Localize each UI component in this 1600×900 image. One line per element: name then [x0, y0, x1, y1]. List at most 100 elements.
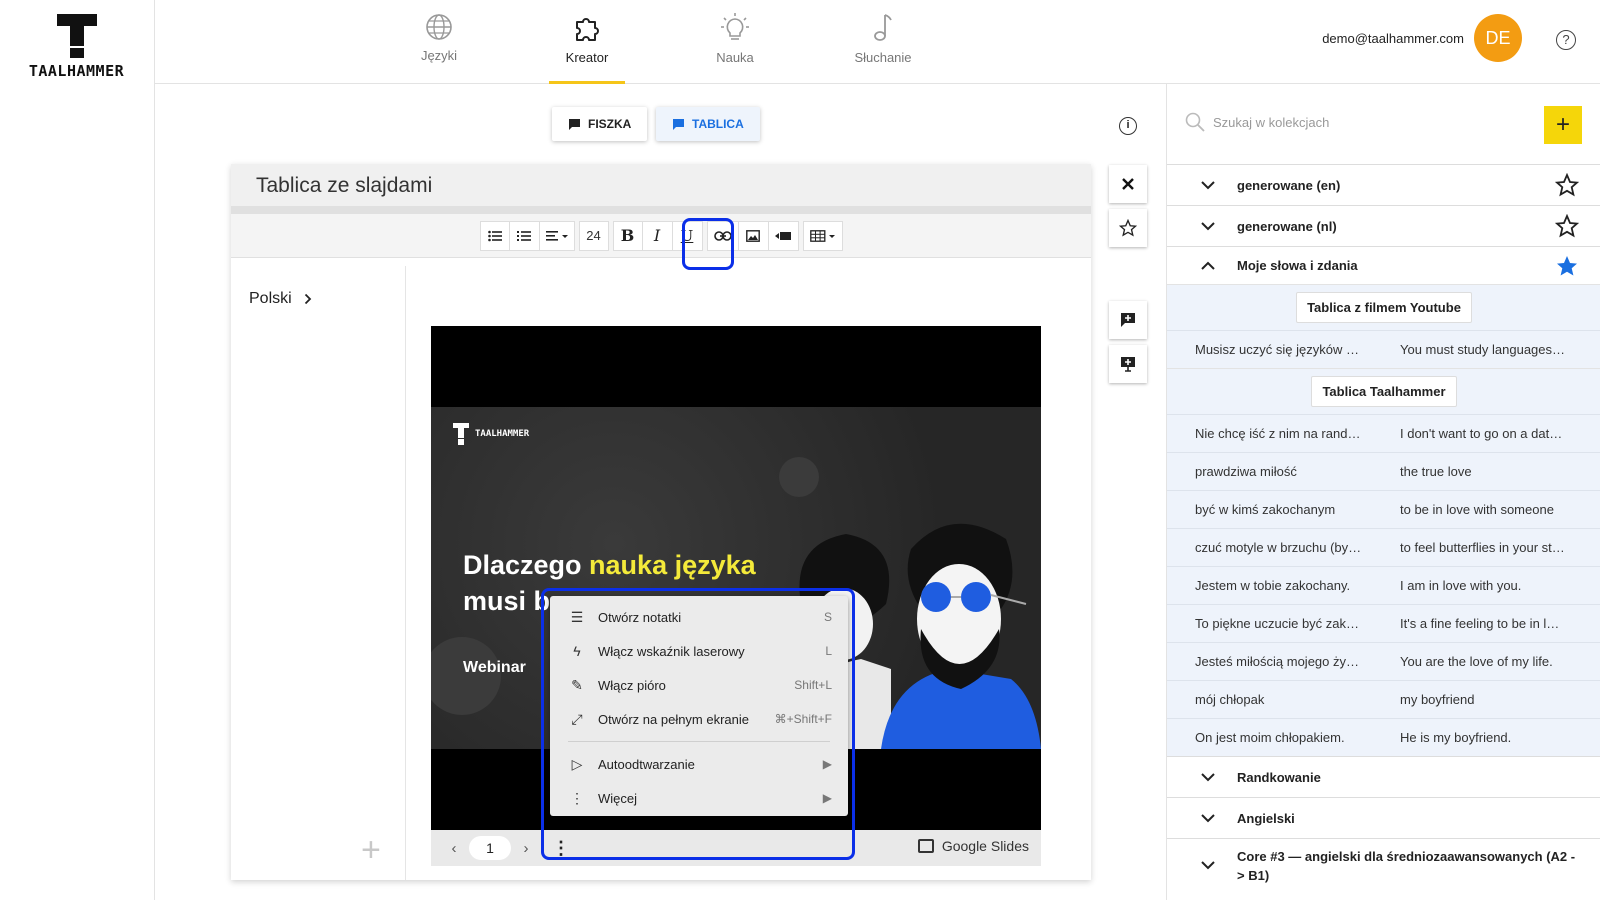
hammer-logo-icon: [453, 423, 469, 445]
chevron-down-icon: [1201, 773, 1215, 782]
star-outline-icon: [1119, 219, 1137, 237]
language-label: Polski: [249, 290, 292, 307]
star-outline-icon[interactable]: [1555, 173, 1579, 197]
add-language-icon[interactable]: +: [361, 831, 381, 870]
list-item[interactable]: On jest moim chłopakiem. He is my boyfrie…: [1167, 718, 1600, 756]
video-button[interactable]: [768, 220, 799, 251]
nav-label-sluchanie: Słuchanie: [854, 50, 912, 65]
list-item[interactable]: mój chłopak my boyfriend: [1167, 680, 1600, 718]
chevron-down-icon: [1201, 222, 1215, 231]
board-add-icon: [1121, 357, 1135, 372]
close-icon: [1122, 178, 1134, 190]
mode-tablica-button[interactable]: TABLICA: [656, 107, 760, 141]
prev-slide-button[interactable]: ‹: [439, 840, 469, 857]
list-item[interactable]: Jesteś miłością mojego ży… You are the lo…: [1167, 642, 1600, 680]
add-comment-button[interactable]: [1109, 301, 1147, 339]
image-icon: [746, 229, 760, 242]
lightbulb-icon: [721, 13, 749, 40]
slides-embed[interactable]: TAALHAMMER Dlaczego nauka języka musi b …: [431, 326, 1041, 866]
list-item[interactable]: czuć motyle w brzuchu (by… to feel butter…: [1167, 528, 1600, 566]
board-title-button[interactable]: Tablica Taalhammer: [1311, 376, 1457, 407]
close-button[interactable]: [1109, 165, 1147, 203]
nav-item-jezyki[interactable]: Języki: [365, 0, 513, 84]
bullet-list-button[interactable]: [479, 220, 510, 251]
image-button[interactable]: [738, 220, 769, 251]
collection-item[interactable]: Randkowanie: [1167, 756, 1600, 797]
globe-icon: [426, 14, 452, 40]
align-dropdown[interactable]: [539, 220, 575, 251]
list-item[interactable]: być w kimś zakochanym to be in love with …: [1167, 490, 1600, 528]
collection-item[interactable]: generowane (nl): [1167, 205, 1600, 246]
chevron-down-icon: [1201, 814, 1215, 823]
editor-body: Polski + TAALHAMMER Dlaczego nauka język…: [231, 266, 1091, 880]
list-item[interactable]: Nie chcę iść z nim na rand… I don't want …: [1167, 414, 1600, 452]
slide-logo-text: TAALHAMMER: [475, 429, 530, 439]
board-title-button[interactable]: Tablica z filmem Youtube: [1296, 292, 1472, 323]
video-icon: [775, 231, 791, 240]
add-board-button[interactable]: [1109, 345, 1147, 383]
mode-fiszka-button[interactable]: FISZKA: [552, 107, 648, 141]
list-item[interactable]: Musisz uczyć się języków … You must stud…: [1167, 330, 1600, 368]
bullet-list-icon: [487, 230, 502, 241]
board-icon: [673, 118, 684, 130]
info-icon[interactable]: i: [1119, 117, 1137, 135]
nav-label-nauka: Nauka: [716, 50, 754, 65]
chevron-up-icon: [1201, 261, 1215, 270]
logo-column: TAALHAMMER: [0, 0, 155, 900]
slide-logo: TAALHAMMER: [453, 423, 529, 445]
list-item[interactable]: prawdziwa miłość the true love: [1167, 452, 1600, 490]
brand-logo[interactable]: TAALHAMMER: [14, 14, 139, 80]
language-selector[interactable]: Polski: [249, 290, 312, 308]
chevron-down-icon: [1201, 860, 1215, 869]
chevron-down-icon: [1201, 181, 1215, 190]
list-group: [479, 220, 575, 251]
mode-tablica-label: TABLICA: [692, 117, 744, 131]
favorite-button[interactable]: [1109, 209, 1147, 247]
collection-item[interactable]: Angielski: [1167, 797, 1600, 838]
list-item[interactable]: Jestem w tobie zakochany. I am in love wi…: [1167, 566, 1600, 604]
music-note-icon: [874, 14, 892, 41]
star-outline-icon[interactable]: [1555, 214, 1579, 238]
decor-circle: [779, 457, 819, 497]
collections-search[interactable]: Szukaj w kolekcjach: [1185, 112, 1329, 132]
main-nav: Języki Kreator Nauka Słuchanie: [365, 0, 957, 84]
hammer-logo-icon: [56, 14, 97, 58]
help-icon[interactable]: ?: [1556, 30, 1576, 50]
collection-item-expanded[interactable]: Moje słowa i zdania: [1167, 246, 1600, 284]
headline-post: musi b: [463, 586, 551, 616]
board-header: Tablica Taalhammer: [1167, 368, 1600, 414]
chevron-right-icon: [304, 293, 311, 305]
nav-item-kreator[interactable]: Kreator: [513, 0, 661, 84]
google-slides-link[interactable]: Google Slides: [917, 838, 1029, 854]
nav-item-nauka[interactable]: Nauka: [661, 0, 809, 84]
nav-item-sluchanie[interactable]: Słuchanie: [809, 0, 957, 84]
brand-name: TAALHAMMER: [28, 62, 125, 80]
font-size-field[interactable]: 24: [578, 220, 609, 251]
user-menu[interactable]: demo@taalhammer.com DE: [1322, 14, 1522, 62]
numbered-list-icon: [517, 230, 531, 241]
comment-icon: [569, 118, 580, 130]
table-icon: [809, 229, 835, 242]
nav-label-jezyki: Języki: [420, 48, 458, 63]
google-slides-label: Google Slides: [941, 838, 1029, 854]
italic-button[interactable]: I: [642, 220, 673, 251]
editor-toolbar: 24 B I U: [231, 214, 1091, 258]
bold-button[interactable]: B: [612, 220, 643, 251]
page-number[interactable]: 1: [469, 836, 511, 860]
table-dropdown[interactable]: [802, 220, 843, 251]
collection-item[interactable]: Core #3 — angielski dla średniozaawansow…: [1167, 838, 1600, 890]
headline-highlight: nauka języka: [589, 550, 756, 580]
editor-title[interactable]: Tablica ze slajdami: [231, 164, 1091, 214]
numbered-list-button[interactable]: [509, 220, 540, 251]
list-item[interactable]: To piękne uczucie być zak… It's a fine fe…: [1167, 604, 1600, 642]
collection-item[interactable]: generowane (en): [1167, 164, 1600, 205]
collections-panel: Szukaj w kolekcjach + generowane (en) ge…: [1166, 84, 1600, 900]
star-filled-icon[interactable]: [1555, 254, 1579, 278]
user-email: demo@taalhammer.com: [1322, 30, 1464, 46]
add-collection-button[interactable]: +: [1544, 106, 1582, 144]
link-button-highlight: [682, 218, 734, 270]
search-input[interactable]: Szukaj w kolekcjach: [1213, 115, 1329, 130]
avatar[interactable]: DE: [1474, 14, 1522, 62]
headline-pre: Dlaczego: [463, 550, 590, 580]
next-slide-button[interactable]: ›: [511, 840, 541, 857]
